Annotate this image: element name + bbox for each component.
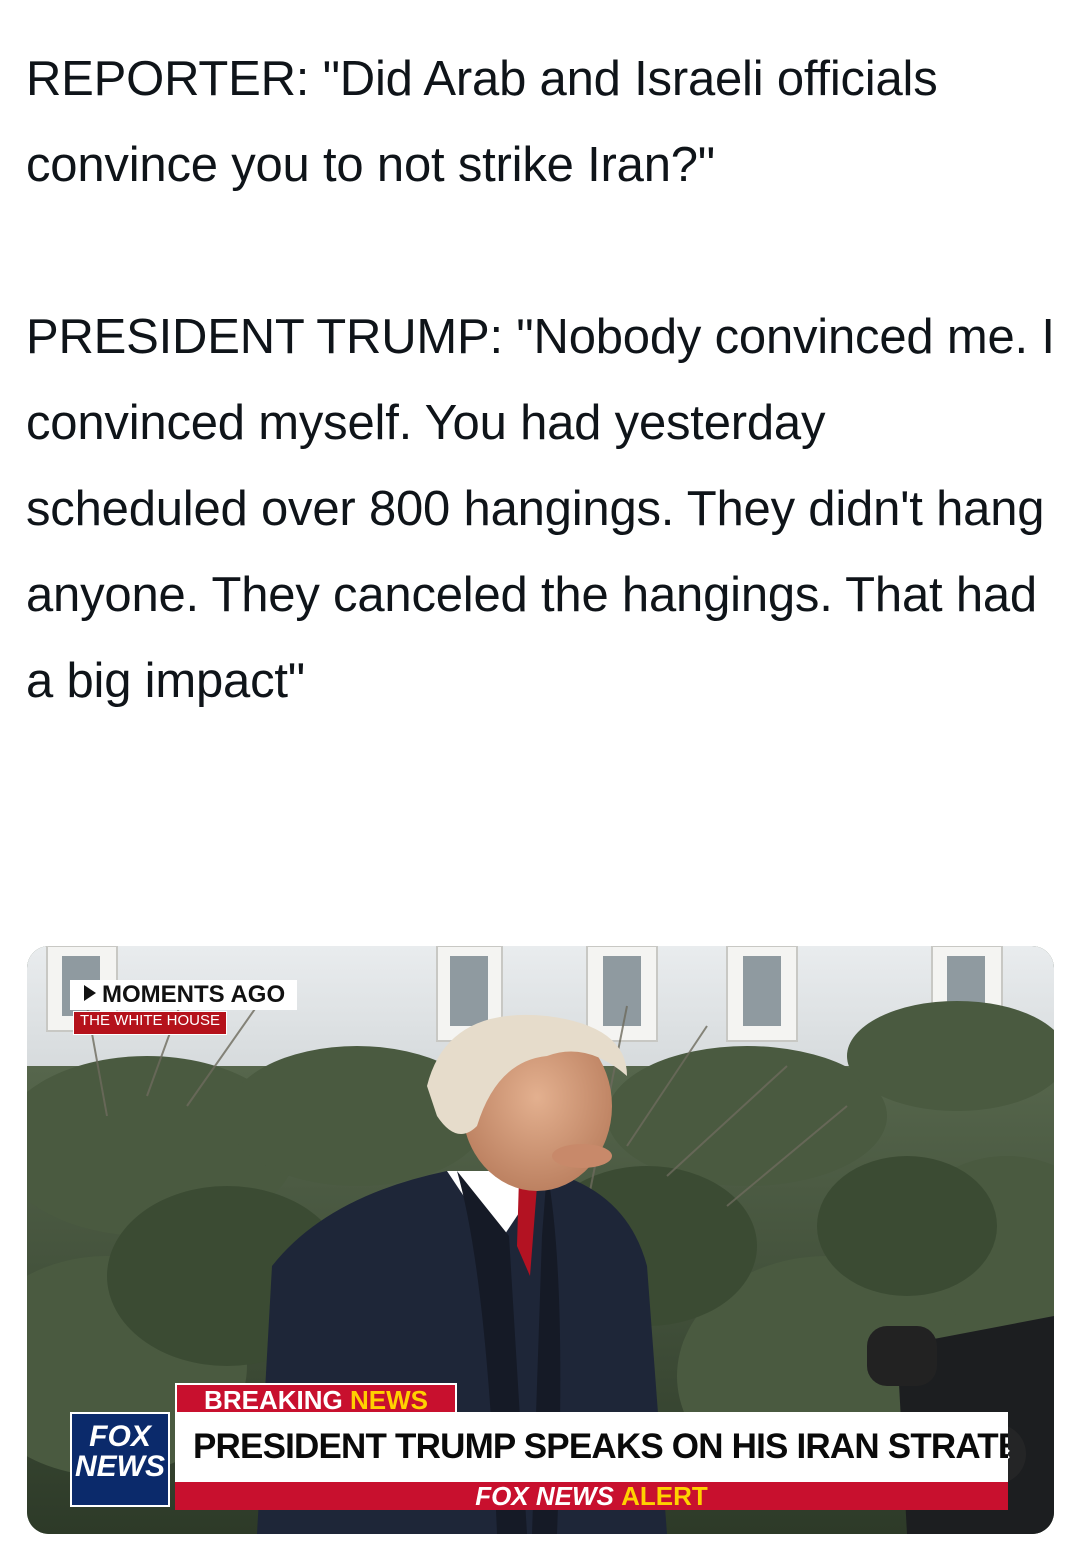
news-word: NEWS <box>349 1385 428 1415</box>
post-paragraph-trump: PRESIDENT TRUMP: "Nobody convinced me. I… <box>26 310 1055 708</box>
post-text: REPORTER: "Did Arab and Israeli official… <box>26 36 1056 724</box>
fox-news-logo: FOX NEWS <box>70 1412 170 1507</box>
breaking-word: BREAKING <box>204 1385 343 1415</box>
chyron-headline: PRESIDENT TRUMP SPEAKS ON HIS IRAN STRAT… <box>175 1412 1008 1482</box>
logo-line-1: FOX <box>89 1420 151 1453</box>
alert-brand: FOX NEWS <box>475 1481 614 1511</box>
post-paragraph-reporter: REPORTER: "Did Arab and Israeli official… <box>26 52 938 192</box>
location-label: THE WHITE HOUSE <box>73 1011 228 1035</box>
fox-news-alert-bar: FOX NEWS ALERT <box>175 1482 1008 1510</box>
logo-line-2: NEWS <box>75 1450 165 1483</box>
alert-word: ALERT <box>621 1481 708 1511</box>
moments-ago-label: MOMENTS AGO <box>70 980 298 1010</box>
